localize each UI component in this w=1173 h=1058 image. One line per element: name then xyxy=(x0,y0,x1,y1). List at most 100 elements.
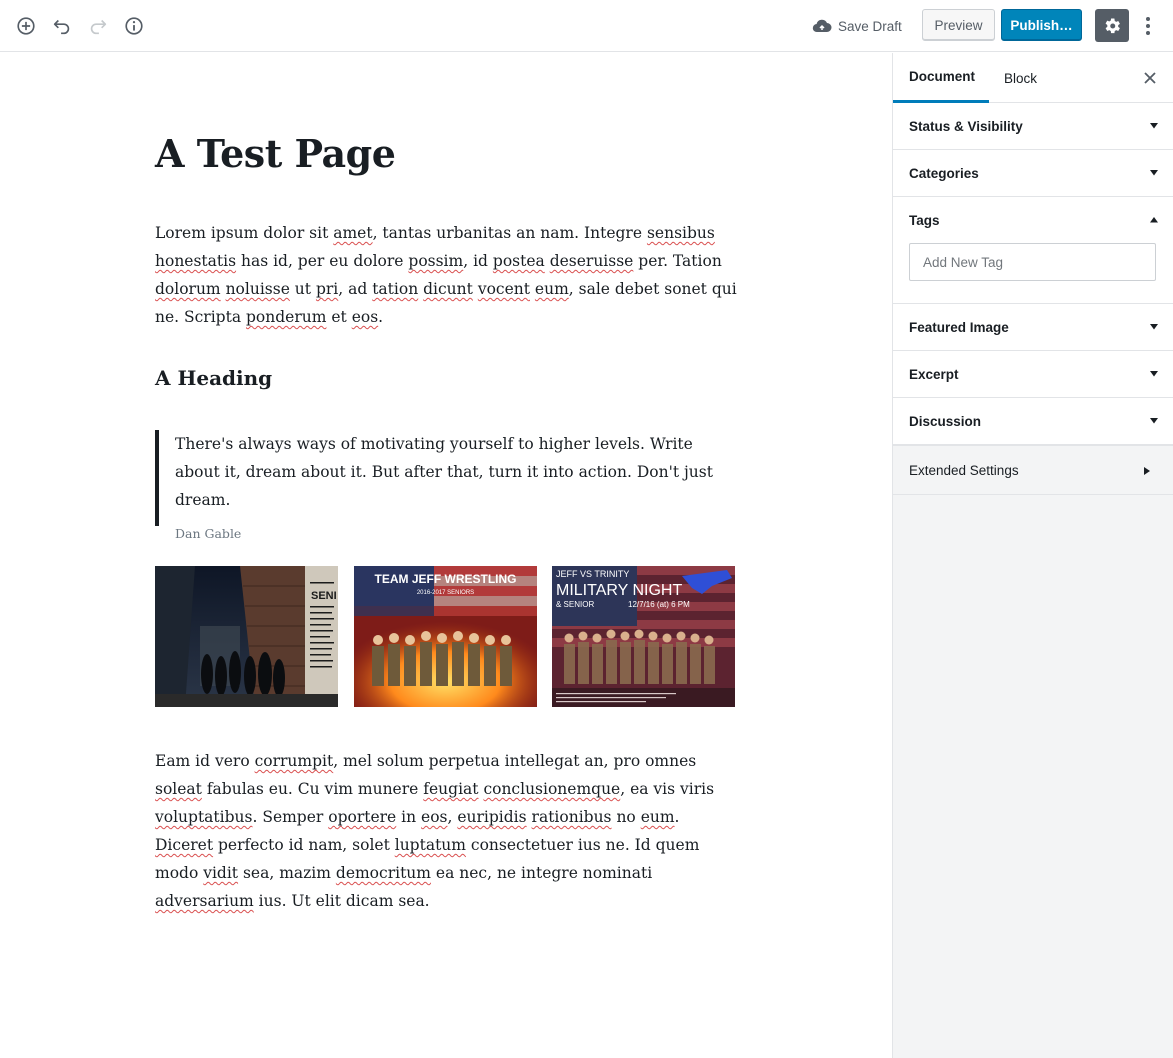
misspelled-word: postea xyxy=(492,252,545,270)
add-new-tag-input[interactable] xyxy=(909,243,1156,281)
caret-up-icon xyxy=(1150,217,1158,223)
text-run: has id, per eu dolore xyxy=(236,252,409,270)
misspelled-word: noluisse xyxy=(225,280,290,298)
text-run: fabulas eu. Cu vim munere xyxy=(201,780,424,798)
panel-status-visibility: Status & Visibility xyxy=(893,103,1173,150)
gallery-block[interactable]: SENI TEAM JEFF WRESTLING 2016-2017 SENIO… xyxy=(155,566,735,707)
text-run: , ea vis viris xyxy=(620,780,715,798)
panel-toggle-status-visibility[interactable]: Status & Visibility xyxy=(893,103,1173,149)
text-run: Lorem ipsum dolor sit xyxy=(155,224,334,242)
heading-block[interactable]: A Heading xyxy=(155,366,272,390)
text-run: Eam id vero xyxy=(155,752,255,770)
text-run: . Semper xyxy=(252,808,329,826)
caret-down-icon xyxy=(1150,123,1158,129)
redo-icon[interactable] xyxy=(84,12,112,40)
panel-extended-settings[interactable]: Extended Settings xyxy=(893,445,1173,495)
gallery-image-3-date: 12/7/16 (at) 6 PM xyxy=(628,600,690,609)
panel-title: Excerpt xyxy=(909,366,959,382)
caret-down-icon xyxy=(1150,371,1158,377)
misspelled-word: oportere xyxy=(328,808,397,826)
misspelled-word: eum xyxy=(640,808,675,826)
undo-icon[interactable] xyxy=(48,12,76,40)
gallery-image-military-night[interactable]: JEFF VS TRINITY MILITARY NIGHT & SENIOR … xyxy=(552,566,735,707)
misspelled-word: feugiat xyxy=(423,780,479,798)
quote-citation: Dan Gable xyxy=(175,526,242,541)
misspelled-word: ponderum xyxy=(246,308,327,326)
misspelled-word: eos xyxy=(421,808,448,826)
misspelled-word: voluptatibus xyxy=(155,808,253,826)
settings-button[interactable] xyxy=(1095,9,1129,42)
panel-toggle-discussion[interactable]: Discussion xyxy=(893,398,1173,444)
panel-tags: Tags xyxy=(893,197,1173,304)
text-run: ea nec, ne integre nominati xyxy=(430,864,653,882)
text-run: , xyxy=(447,808,458,826)
settings-sidebar: Document Block Status & Visibility Categ… xyxy=(892,53,1173,1058)
panel-toggle-featured-image[interactable]: Featured Image xyxy=(893,304,1173,350)
more-vertical-icon xyxy=(1146,17,1150,35)
quote-text: There's always ways of motivating yourse… xyxy=(175,435,713,509)
panel-categories: Categories xyxy=(893,150,1173,197)
text-run: ius. Ut elit dicam sea. xyxy=(253,892,430,910)
misspelled-word: soleat xyxy=(155,780,202,798)
gear-icon xyxy=(1105,18,1120,33)
paragraph-block[interactable]: Lorem ipsum dolor sit amet, tantas urban… xyxy=(155,219,737,331)
caret-right-icon xyxy=(1144,467,1150,475)
close-sidebar-button[interactable] xyxy=(1141,69,1159,87)
more-options-button[interactable] xyxy=(1138,12,1158,40)
add-block-icon[interactable] xyxy=(12,12,40,40)
misspelled-word: luptatum xyxy=(394,836,466,854)
quote-block[interactable]: There's always ways of motivating yourse… xyxy=(155,430,737,541)
misspelled-word: vocent xyxy=(477,280,530,298)
save-draft-label: Save Draft xyxy=(838,18,902,34)
caret-down-icon xyxy=(1150,170,1158,176)
publish-button[interactable]: Publish… xyxy=(1001,9,1082,41)
panel-title: Extended Settings xyxy=(909,462,1019,478)
gallery-image-3-line2: MILITARY NIGHT xyxy=(556,582,682,599)
tab-block[interactable]: Block xyxy=(1004,53,1037,103)
misspelled-word: deseruisse xyxy=(549,252,634,270)
tab-document[interactable]: Document xyxy=(893,53,989,103)
misspelled-word: sensibus xyxy=(646,224,715,242)
panel-excerpt: Excerpt xyxy=(893,351,1173,398)
panel-toggle-tags[interactable]: Tags xyxy=(893,197,1173,243)
caret-down-icon xyxy=(1150,418,1158,424)
text-run: . xyxy=(674,808,680,826)
panel-title: Featured Image xyxy=(909,319,1009,335)
save-draft-button[interactable]: Save Draft xyxy=(812,14,902,38)
panel-toggle-categories[interactable]: Categories xyxy=(893,150,1173,196)
paragraph-block[interactable]: Eam id vero corrumpit, mel solum perpetu… xyxy=(155,747,737,915)
gallery-image-seniors-alley[interactable]: SENI xyxy=(155,566,338,707)
editor-toolbar: Save Draft Preview Publish… xyxy=(0,0,1173,52)
cloud-upload-icon xyxy=(812,19,832,33)
preview-button[interactable]: Preview xyxy=(922,9,995,41)
editor-canvas: A Test Page Lorem ipsum dolor sit amet, … xyxy=(0,53,892,1058)
misspelled-word: dicunt xyxy=(423,280,473,298)
text-run: no xyxy=(611,808,641,826)
panel-title: Tags xyxy=(909,212,940,228)
misspelled-word: rationibus xyxy=(531,808,612,826)
misspelled-word: conclusionemque xyxy=(483,780,621,798)
sidebar-tabs: Document Block xyxy=(893,53,1173,103)
text-run: , mel solum perpetua intellegat an, pro … xyxy=(333,752,697,770)
post-title[interactable]: A Test Page xyxy=(155,131,396,176)
panel-discussion: Discussion xyxy=(893,398,1173,445)
panel-toggle-excerpt[interactable]: Excerpt xyxy=(893,351,1173,397)
info-icon[interactable] xyxy=(120,12,148,40)
panel-featured-image: Featured Image xyxy=(893,304,1173,351)
gallery-image-3-line3: & SENIOR xyxy=(556,600,594,609)
tags-body xyxy=(893,243,1173,303)
text-run: per. Tation xyxy=(633,252,722,270)
misspelled-word: tation xyxy=(372,280,419,298)
misspelled-word: corrumpit xyxy=(254,752,334,770)
misspelled-word: pri xyxy=(315,280,339,298)
text-run: ut xyxy=(289,280,316,298)
text-run: , ad xyxy=(338,280,373,298)
panel-title: Status & Visibility xyxy=(909,118,1023,134)
misspelled-word: vidit xyxy=(203,864,239,882)
caret-down-icon xyxy=(1150,324,1158,330)
misspelled-word: adversarium xyxy=(155,892,254,910)
panel-title: Categories xyxy=(909,165,979,181)
misspelled-word: Diceret xyxy=(155,836,214,854)
gallery-image-team-jeff-wrestling[interactable]: TEAM JEFF WRESTLING 2016-2017 SENIORS xyxy=(354,566,537,707)
panel-title: Discussion xyxy=(909,413,982,429)
